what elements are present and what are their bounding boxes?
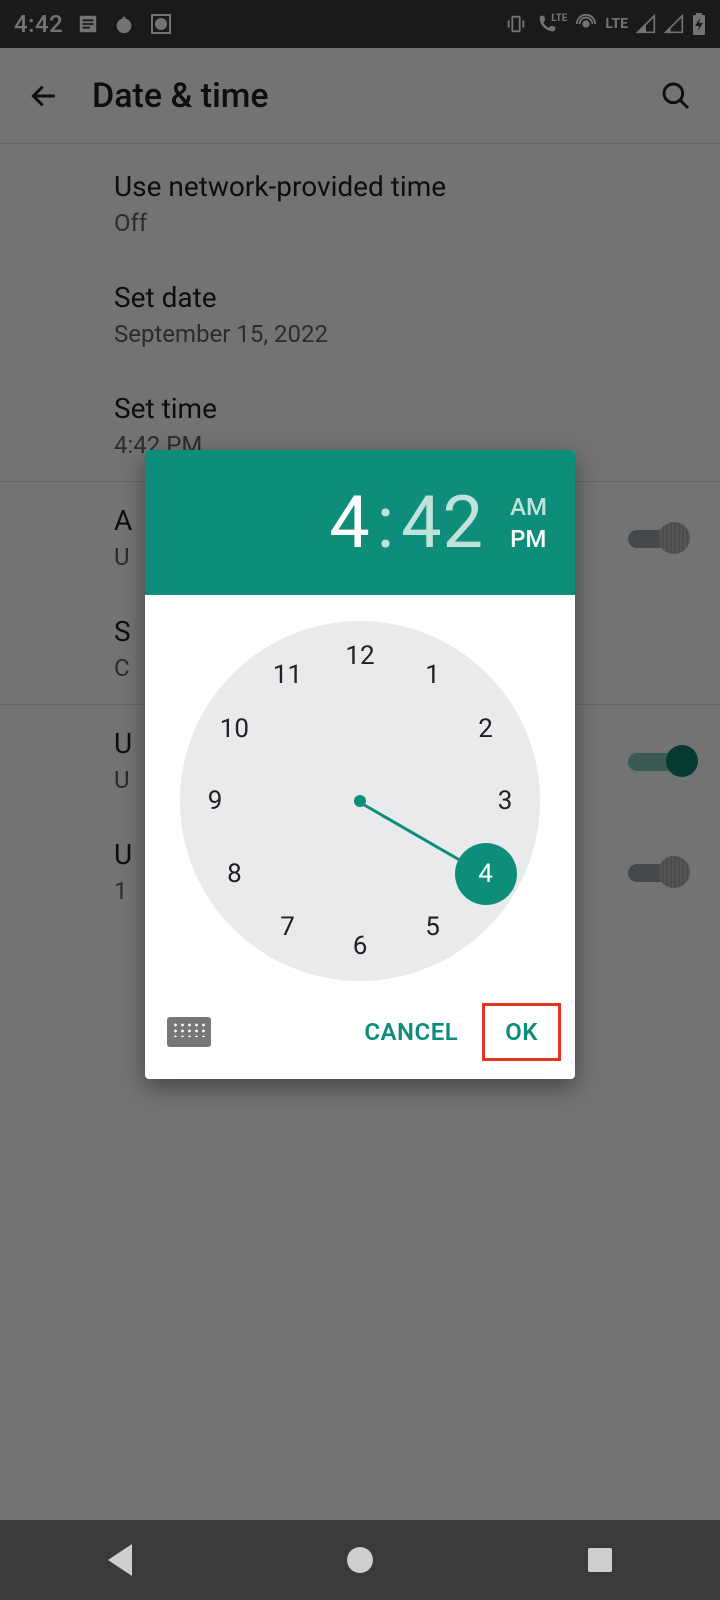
am-option[interactable]: AM bbox=[510, 493, 547, 521]
minute-value[interactable]: 42 bbox=[401, 480, 484, 565]
pm-option[interactable]: PM bbox=[510, 525, 547, 553]
time-picker-header: 4 : 42 AM PM bbox=[145, 450, 575, 595]
time-colon: : bbox=[371, 480, 401, 565]
clock-hour-3[interactable]: 3 bbox=[485, 781, 525, 821]
clock-hour-10[interactable]: 10 bbox=[214, 709, 254, 749]
ok-button[interactable]: OK bbox=[489, 1008, 554, 1056]
nav-back-button[interactable] bbox=[100, 1540, 140, 1580]
home-circle-icon bbox=[347, 1547, 373, 1573]
dialog-actions: CANCEL OK bbox=[145, 981, 575, 1079]
time-display: 4 : 42 bbox=[329, 480, 484, 565]
back-triangle-icon bbox=[108, 1544, 132, 1576]
clock-hour-12[interactable]: 12 bbox=[340, 636, 380, 676]
nav-home-button[interactable] bbox=[340, 1540, 380, 1580]
clock-hour-6[interactable]: 6 bbox=[340, 926, 380, 966]
clock-hour-5[interactable]: 5 bbox=[413, 907, 453, 947]
android-nav-bar bbox=[0, 1520, 720, 1600]
nav-recent-button[interactable] bbox=[580, 1540, 620, 1580]
cancel-button[interactable]: CANCEL bbox=[348, 1008, 474, 1056]
clock-hour-9[interactable]: 9 bbox=[195, 781, 235, 821]
hour-value[interactable]: 4 bbox=[329, 480, 370, 565]
ampm-selector: AM PM bbox=[510, 493, 547, 553]
ok-highlight-box: OK bbox=[482, 1003, 561, 1061]
clock-hour-11[interactable]: 11 bbox=[268, 655, 308, 695]
clock-hour-2[interactable]: 2 bbox=[466, 709, 506, 749]
clock-hour-1[interactable]: 1 bbox=[413, 655, 453, 695]
keyboard-input-button[interactable] bbox=[167, 1017, 211, 1047]
clock-face[interactable]: 12 12 3 45678 9 10 11 bbox=[180, 621, 540, 981]
recent-square-icon bbox=[588, 1548, 612, 1572]
clock-hour-8[interactable]: 8 bbox=[214, 854, 254, 894]
clock-hour-7[interactable]: 7 bbox=[268, 907, 308, 947]
clock-hour-selected[interactable]: 4 bbox=[455, 843, 517, 905]
time-picker-dialog: 4 : 42 AM PM 121234567891011 CANCEL OK bbox=[145, 450, 575, 1079]
